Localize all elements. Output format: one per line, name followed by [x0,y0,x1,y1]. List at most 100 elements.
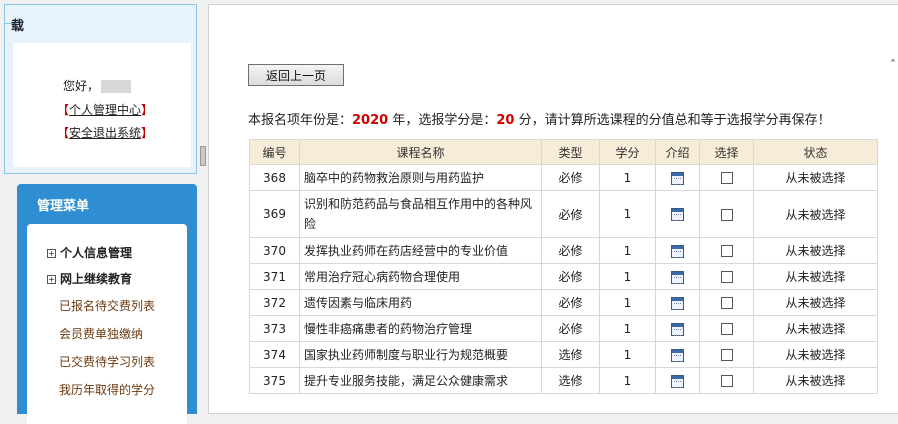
masked-username [101,80,132,93]
course-type-cell: 选修 [541,367,600,394]
course-status-cell: 从未被选择 [753,190,878,238]
bracket-close: 】 [141,103,154,117]
course-select-checkbox[interactable] [720,172,733,184]
corner-mark: ˆ [890,58,896,72]
menu-item-membership-fee[interactable]: 会员费单独缴纳 [59,325,143,342]
menu-group-personal-info[interactable]: + 个人信息管理 [47,244,132,261]
course-intro-icon[interactable] [671,270,684,284]
expand-plus-icon[interactable]: + [47,249,56,258]
course-intro-icon[interactable] [671,348,684,362]
menu-item-paid-pending-study[interactable]: 已交费待学习列表 [59,353,155,370]
course-type-cell: 必修 [541,315,600,342]
back-button[interactable]: 返回上一页 [248,64,344,86]
course-select-cell [699,341,754,368]
column-header-id: 编号 [249,139,300,165]
logout-link[interactable]: 【安全退出系统】 [57,124,153,141]
course-intro-cell [655,164,700,191]
course-status-cell: 从未被选择 [753,263,878,290]
course-intro-cell [655,289,700,316]
notice-suffix: 分，请计算所选课程的分值总和等于选报学分再保存！ [514,113,831,128]
course-status-cell: 从未被选择 [753,237,878,264]
course-id-cell: 370 [249,237,300,264]
notice-prefix: 本报名项年份是： [248,113,353,128]
course-id-cell: 368 [249,164,300,191]
notice-year: 2020 [352,113,389,128]
course-select-checkbox[interactable] [720,208,733,221]
course-name-cell: 提升专业服务技能，满足公众健康需求 [299,367,542,394]
course-id-cell: 374 [249,341,300,368]
course-name-cell: 遗传因素与临床用药 [299,289,542,316]
management-menu: 管理菜单 + 个人信息管理 + 网上继续教育 已报名待交费列表 会员费单独缴纳 已交… [17,184,197,424]
login-panel: 载 您好， 【个人管理中心】 【安全退出系统】 [4,4,197,174]
course-intro-cell [655,367,700,394]
course-intro-icon[interactable] [671,374,684,388]
course-status-cell: 从未被选择 [753,367,878,394]
column-header-status: 状态 [753,139,878,165]
course-table: 编号 课程名称 类型 学分 介绍 选择 状态 368 脑卒中的药物救治原则与用药监… [249,139,878,394]
course-intro-cell [655,341,700,368]
table-row: 374 国家执业药师制度与职业行为规范概要 选修 1 从未被选择 [249,341,878,368]
course-name-cell: 常用治疗冠心病药物合理使用 [299,263,542,290]
course-id-cell: 373 [249,315,300,342]
bracket-open: 【 [57,103,70,117]
login-panel-title: 载 [11,19,25,34]
course-type-cell: 选修 [541,341,600,368]
menu-group-online-education[interactable]: + 网上继续教育 [47,270,132,287]
column-header-intro: 介绍 [655,139,700,165]
course-intro-icon[interactable] [671,171,684,185]
course-name-cell: 发挥执业药师在药店经营中的专业价值 [299,237,542,264]
course-credit-cell: 1 [599,237,656,264]
menu-group-label: 个人信息管理 [60,246,133,260]
course-intro-cell [655,237,700,264]
course-select-cell [699,367,754,394]
table-row: 373 慢性非癌痛患者的药物治疗管理 必修 1 从未被选择 [249,315,878,342]
bracket-close: 】 [141,126,154,140]
course-type-cell: 必修 [541,190,600,238]
menu-title: 管理菜单 [37,199,90,214]
course-select-checkbox[interactable] [720,349,733,361]
course-select-cell [699,289,754,316]
table-row: 372 遗传因素与临床用药 必修 1 从未被选择 [249,289,878,316]
course-select-cell [699,263,754,290]
course-select-checkbox[interactable] [720,297,733,309]
column-header-type: 类型 [541,139,600,165]
bracket-open: 【 [57,126,70,140]
logout-label[interactable]: 安全退出系统 [69,126,141,140]
course-credit-cell: 1 [599,263,656,290]
course-credit-cell: 1 [599,341,656,368]
course-select-cell [699,315,754,342]
menu-group-label: 网上继续教育 [60,272,133,286]
course-select-cell [699,164,754,191]
column-header-select: 选择 [699,139,754,165]
course-intro-icon[interactable] [671,244,684,258]
course-select-cell [699,190,754,238]
menu-item-credit-history[interactable]: 我历年取得的学分 [59,381,155,398]
course-credit-cell: 1 [599,315,656,342]
course-credit-cell: 1 [599,190,656,238]
course-select-cell [699,237,754,264]
course-intro-cell [655,190,700,238]
course-select-checkbox[interactable] [720,271,733,283]
course-status-cell: 从未被选择 [753,315,878,342]
table-header-row: 编号 课程名称 类型 学分 介绍 选择 状态 [249,139,878,165]
course-intro-icon[interactable] [671,208,684,221]
greeting: 您好， [63,77,132,94]
course-type-cell: 必修 [541,164,600,191]
course-select-checkbox[interactable] [720,323,733,335]
course-intro-cell [655,315,700,342]
notice-credits: 20 [496,113,515,128]
course-intro-icon[interactable] [671,296,684,310]
course-intro-icon[interactable] [671,322,684,336]
splitter-handle[interactable] [200,146,206,166]
menu-item-pending-payment[interactable]: 已报名待交费列表 [59,297,155,314]
personal-center-label[interactable]: 个人管理中心 [69,103,141,117]
course-select-checkbox[interactable] [720,245,733,257]
course-select-checkbox[interactable] [720,375,733,387]
login-panel-body: 您好， 【个人管理中心】 【安全退出系统】 [13,43,191,167]
expand-plus-icon[interactable]: + [47,275,56,284]
enrollment-notice: 本报名项年份是：2020 年，选报学分是：20 分，请计算所选课程的分值总和等于… [248,109,831,128]
table-row: 369 识别和防范药品与食品相互作用中的各种风险 必修 1 从未被选择 [249,190,878,238]
personal-center-link[interactable]: 【个人管理中心】 [57,101,153,118]
table-row: 375 提升专业服务技能，满足公众健康需求 选修 1 从未被选择 [249,367,878,394]
course-status-cell: 从未被选择 [753,164,878,191]
